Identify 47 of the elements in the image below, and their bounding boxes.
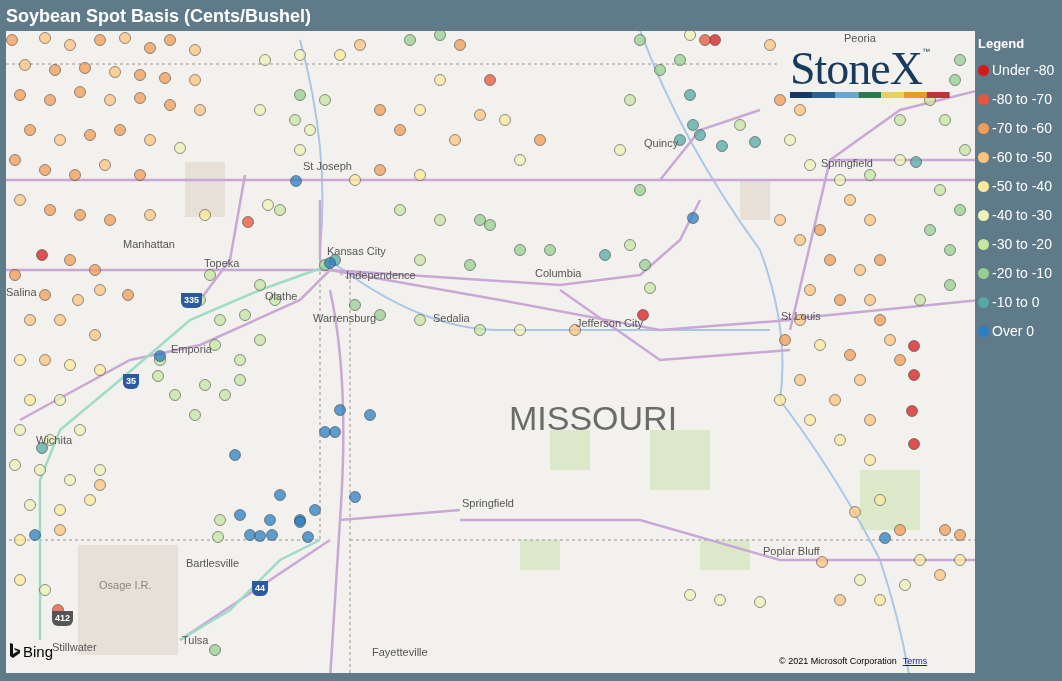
company-logo: StoneX: [790, 46, 922, 92]
highway-shield: 412: [52, 611, 74, 626]
trademark-mark: ™: [922, 46, 930, 58]
provider-label: Bing: [23, 643, 54, 659]
copyright-text: © 2021 Microsoft Corporation: [779, 657, 897, 666]
legend-label: -30 to -20: [992, 235, 1052, 254]
city-label: Topeka: [204, 258, 240, 269]
city-label: Warrensburg: [313, 313, 377, 324]
state-label: MISSOURI: [509, 401, 678, 435]
city-label: St Louis: [781, 311, 821, 322]
legend-label: Under -80: [992, 61, 1055, 80]
city-label: Jefferson City: [576, 318, 644, 329]
city-label: Quincy: [644, 138, 679, 149]
area-label: Osage I.R.: [99, 580, 152, 591]
city-label: Manhattan: [123, 239, 175, 250]
city-label: Springfield: [462, 498, 514, 509]
city-label: Columbia: [535, 268, 582, 279]
legend-title: Legend: [978, 35, 1026, 53]
city-label: Kansas City: [327, 246, 386, 257]
highway-shield: 35: [123, 374, 139, 389]
city-label: Wichita: [36, 435, 73, 446]
city-label: Salina: [6, 287, 37, 298]
highway-shield: 44: [252, 581, 268, 596]
legend-label: -20 to -10: [992, 264, 1052, 283]
legend-label: -10 to 0: [992, 293, 1040, 312]
legend-label: -80 to -70: [992, 90, 1052, 109]
legend-label: -70 to -60: [992, 119, 1052, 138]
city-label: St Joseph: [303, 161, 352, 172]
highway-shield: 335: [181, 293, 203, 308]
city-label: Tulsa: [182, 635, 209, 646]
city-label: Stillwater: [52, 642, 97, 653]
terms-link[interactable]: Terms: [902, 657, 928, 666]
city-label: Independence: [346, 270, 416, 281]
legend-label: -50 to -40: [992, 177, 1052, 196]
city-label: Bartlesville: [186, 558, 240, 569]
city-label: Poplar Bluff: [763, 546, 820, 557]
bing-logo-icon: [10, 643, 20, 659]
city-label: Sedalia: [433, 313, 470, 324]
chart-title: Soybean Spot Basis (Cents/Bushel): [6, 6, 312, 25]
legend-label: Over 0: [992, 322, 1034, 341]
city-label: Fayetteville: [372, 647, 428, 658]
legend-label: -60 to -50: [992, 148, 1052, 167]
legend-label: -40 to -30: [992, 206, 1052, 225]
city-label: Springfield: [821, 158, 873, 169]
city-label: Peoria: [844, 33, 876, 44]
city-label: Emporia: [171, 344, 212, 355]
city-label: Olathe: [265, 291, 298, 302]
